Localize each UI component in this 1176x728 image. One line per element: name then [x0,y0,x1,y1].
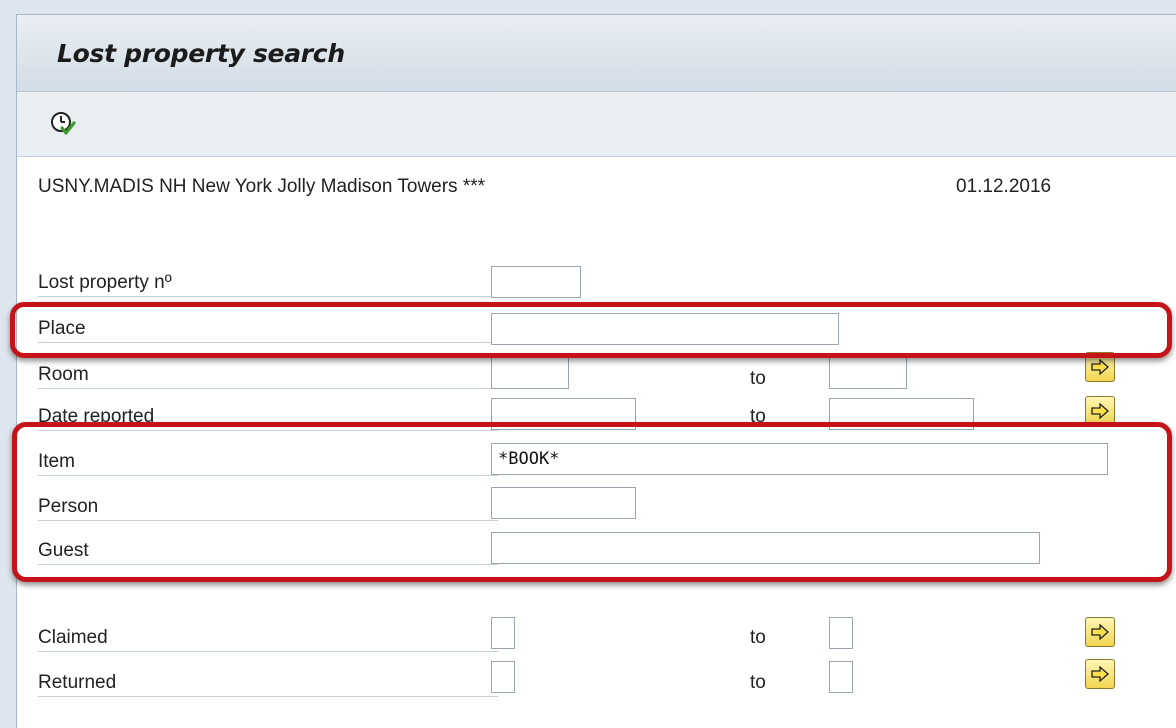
room-from-input[interactable] [491,357,569,389]
arrow-right-icon [1091,403,1109,419]
claimed-label: Claimed [38,625,498,652]
title-bar: Lost property search [17,15,1176,92]
room-multiple-selection-button[interactable] [1085,352,1115,382]
item-input[interactable] [491,443,1108,475]
arrow-right-icon [1091,624,1109,640]
execute-button[interactable] [49,110,77,138]
item-label: Item [38,449,498,476]
date-reported-from-input[interactable] [491,398,636,430]
application-toolbar [17,92,1176,157]
page-title: Lost property search [57,39,345,68]
date-reported-to-input[interactable] [829,398,974,430]
returned-to-input[interactable] [829,661,853,693]
claimed-from-input[interactable] [491,617,515,649]
execute-clock-icon [51,112,76,135]
returned-from-input[interactable] [491,661,515,693]
guest-label: Guest [38,538,498,565]
lost-property-no-label: Lost property nº [38,270,498,297]
returned-to-label: to [750,672,766,693]
lost-property-no-input[interactable] [491,266,581,298]
place-input[interactable] [491,313,839,345]
claimed-multiple-selection-button[interactable] [1085,617,1115,647]
room-to-label: to [750,368,766,389]
date-reported-label: Date reported [38,404,498,431]
hotel-name: USNY.MADIS NH New York Jolly Madison Tow… [38,176,486,197]
room-label: Room [38,362,498,389]
claimed-to-label: to [750,627,766,648]
report-date: 01.12.2016 [956,176,1052,197]
returned-label: Returned [38,670,498,697]
date-reported-multiple-selection-button[interactable] [1085,396,1115,426]
arrow-right-icon [1091,359,1109,375]
claimed-to-input[interactable] [829,617,853,649]
room-to-input[interactable] [829,357,907,389]
person-input[interactable] [491,487,636,519]
guest-input[interactable] [491,532,1040,564]
person-label: Person [38,494,498,521]
arrow-right-icon [1091,666,1109,682]
returned-multiple-selection-button[interactable] [1085,659,1115,689]
date-reported-to-label: to [750,406,766,427]
place-label: Place [38,316,498,343]
